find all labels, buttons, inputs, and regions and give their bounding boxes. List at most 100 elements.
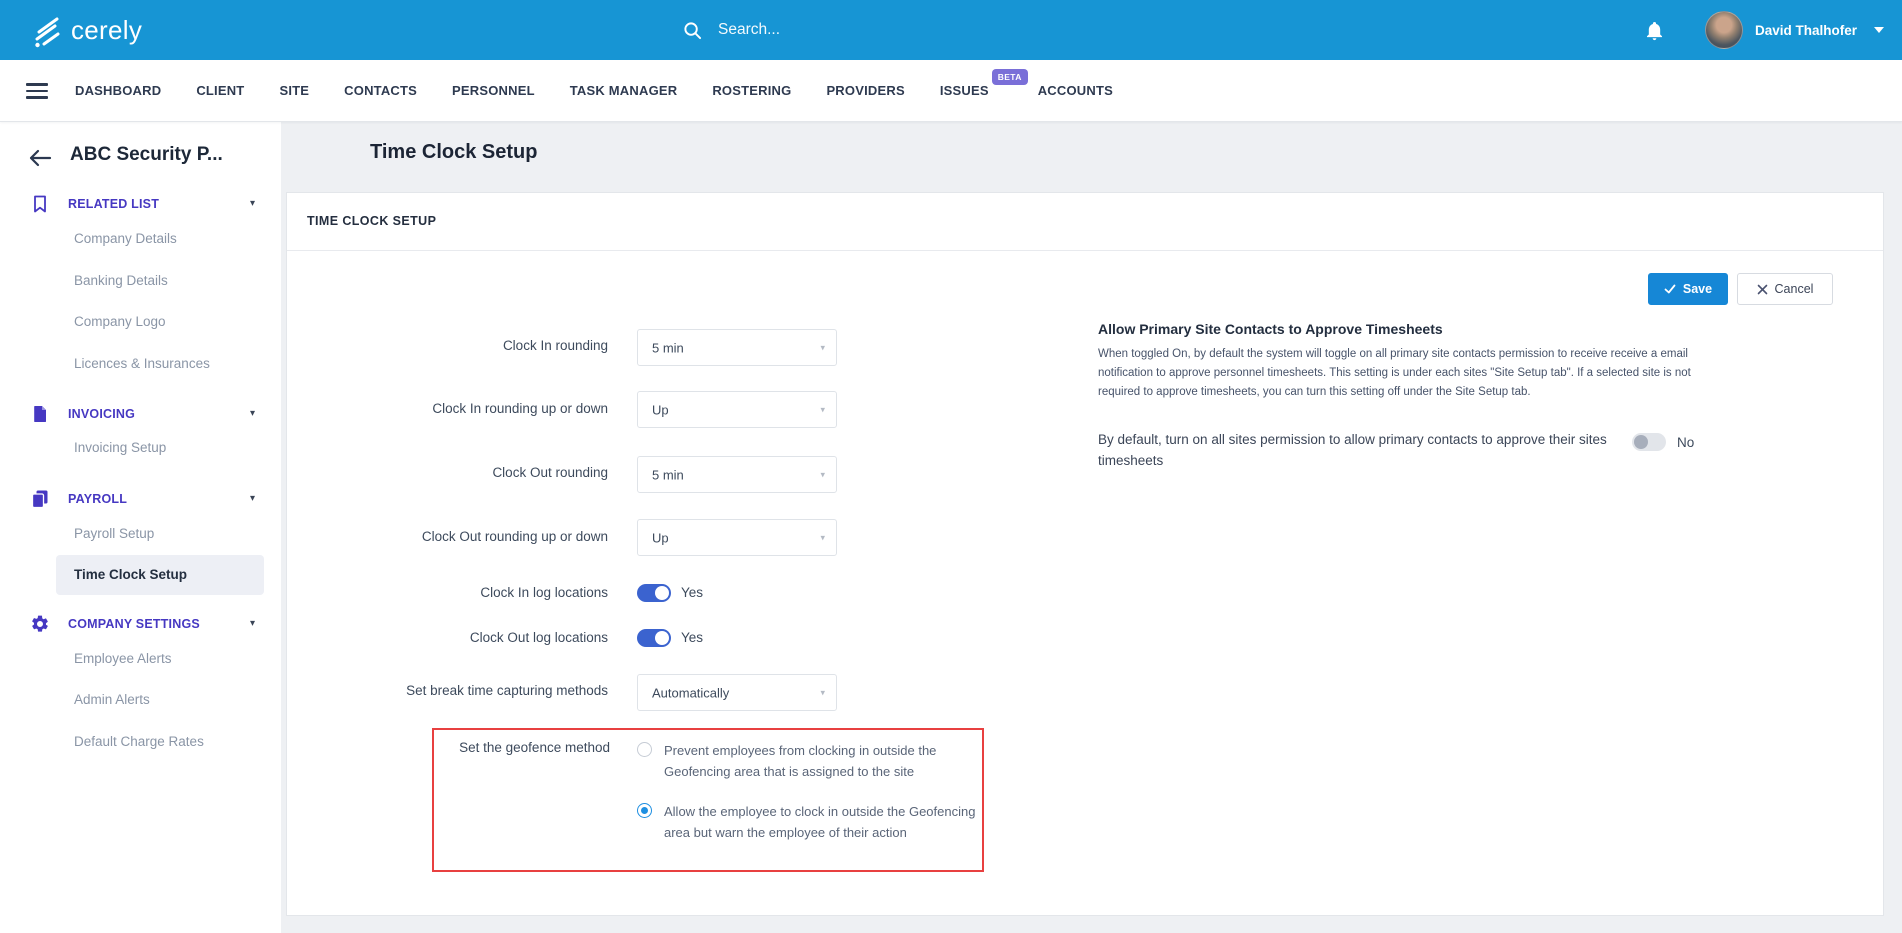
nav-item-dashboard[interactable]: DASHBOARD <box>75 83 161 98</box>
cancel-button[interactable]: Cancel <box>1737 273 1833 305</box>
sidebar-item-company-details[interactable]: Company Details <box>74 227 177 251</box>
field-label-break-methods: Set break time capturing methods <box>406 683 608 698</box>
sidebar-section-label: COMPANY SETTINGS <box>68 617 200 631</box>
search-icon <box>684 21 702 39</box>
bookmark-icon <box>30 194 50 214</box>
notifications-bell-icon[interactable] <box>1644 19 1665 42</box>
brand-name: cerely <box>71 14 143 45</box>
chevron-down-icon[interactable]: ▾ <box>250 402 255 426</box>
card-title: TIME CLOCK SETUP <box>307 214 437 228</box>
sidebar-item-payroll-setup[interactable]: Payroll Setup <box>74 522 154 546</box>
close-icon <box>1757 284 1767 294</box>
selected-value: Automatically <box>652 685 730 700</box>
clock-out-up-down-select[interactable]: Up ▾ <box>637 519 837 556</box>
gear-icon <box>30 614 50 634</box>
chevron-down-icon: ▾ <box>820 404 825 414</box>
sidebar-item-invoicing-setup[interactable]: Invoicing Setup <box>74 436 166 460</box>
geofence-option-prevent[interactable]: Prevent employees from clocking in outsi… <box>637 740 994 782</box>
sidebar-item-admin-alerts[interactable]: Admin Alerts <box>74 688 150 712</box>
geofence-option-prevent-label: Prevent employees from clocking in outsi… <box>664 743 937 779</box>
nav-item-contacts[interactable]: CONTACTS <box>344 83 417 98</box>
clock-out-log-value: Yes <box>681 630 704 645</box>
sidebar: ABC Security P... RELATED LIST ▾ Company… <box>0 121 282 933</box>
header-right-cluster: David Thalhofer <box>1644 0 1884 60</box>
user-menu-caret-icon[interactable] <box>1874 27 1884 33</box>
geofence-highlight-box: Set the geofence method Prevent employee… <box>432 728 984 872</box>
clock-in-log-value: Yes <box>681 585 704 600</box>
cancel-button-label: Cancel <box>1774 282 1814 296</box>
approve-toggle-label: By default, turn on all sites permission… <box>1098 432 1607 468</box>
document-icon <box>30 404 50 424</box>
field-label-clock-in-rounding: Clock In rounding <box>502 338 608 353</box>
field-label-clock-out-log: Clock Out log locations <box>469 630 608 645</box>
back-arrow-icon[interactable] <box>28 148 52 168</box>
sidebar-section-payroll[interactable]: PAYROLL ▾ <box>0 487 281 511</box>
save-button[interactable]: Save <box>1648 273 1728 305</box>
search-input[interactable] <box>716 20 1100 40</box>
toggle-knob <box>1634 435 1648 449</box>
nav-item-accounts[interactable]: ACCOUNTS <box>1038 83 1113 98</box>
user-name: David Thalhofer <box>1754 22 1857 38</box>
chevron-down-icon[interactable]: ▾ <box>250 612 255 636</box>
clock-in-log-toggle[interactable] <box>637 584 671 602</box>
time-clock-setup-card: TIME CLOCK SETUP Save Cancel Clock In ro… <box>286 192 1884 916</box>
global-search <box>683 0 1100 60</box>
nav-item-client[interactable]: CLIENT <box>196 83 244 98</box>
approve-timesheets-heading: Allow Primary Site Contacts to Approve T… <box>1098 321 1443 337</box>
sidebar-item-time-clock-setup[interactable]: Time Clock Setup <box>56 555 264 595</box>
chevron-down-icon: ▾ <box>820 342 825 352</box>
sidebar-company-title[interactable]: ABC Security P... <box>70 144 223 166</box>
field-label-geofence-method: Set the geofence method <box>459 740 610 755</box>
top-header: cerely David Thalhofer <box>0 0 1902 60</box>
app-root: cerely David Thalhofer DASHBOARD CLIENT … <box>0 0 1902 933</box>
clock-in-up-down-select[interactable]: Up ▾ <box>637 391 837 428</box>
chevron-down-icon: ▾ <box>820 687 825 697</box>
approve-timesheets-toggle[interactable] <box>1632 433 1666 451</box>
break-methods-select[interactable]: Automatically ▾ <box>637 674 837 711</box>
geofence-option-allow[interactable]: Allow the employee to clock in outside t… <box>637 801 994 843</box>
nav-items: DASHBOARD CLIENT SITE CONTACTS PERSONNEL… <box>75 60 1113 121</box>
selected-value: 5 min <box>652 340 684 355</box>
chevron-down-icon[interactable]: ▾ <box>250 487 255 511</box>
selected-value: Up <box>652 530 669 545</box>
geofence-option-allow-label: Allow the employee to clock in outside t… <box>664 804 976 840</box>
page-title: Time Clock Setup <box>370 141 538 163</box>
sidebar-item-default-charge-rates[interactable]: Default Charge Rates <box>74 730 204 754</box>
sidebar-item-banking-details[interactable]: Banking Details <box>74 269 168 293</box>
nav-item-personnel[interactable]: PERSONNEL <box>452 83 535 98</box>
sidebar-item-employee-alerts[interactable]: Employee Alerts <box>74 647 172 671</box>
hamburger-menu-icon[interactable] <box>26 83 48 103</box>
chevron-down-icon: ▾ <box>820 469 825 479</box>
sidebar-item-company-logo[interactable]: Company Logo <box>74 310 166 334</box>
field-label-clock-in-up-down: Clock In rounding up or down <box>432 401 608 416</box>
sidebar-section-label: RELATED LIST <box>68 197 160 211</box>
toggle-knob <box>655 586 669 600</box>
beta-badge: BETA <box>991 69 1028 85</box>
clock-in-rounding-select[interactable]: 5 min ▾ <box>637 329 837 366</box>
radio-selected-icon[interactable] <box>637 803 652 818</box>
sidebar-section-company-settings[interactable]: COMPANY SETTINGS ▾ <box>0 612 281 636</box>
nav-item-rostering[interactable]: ROSTERING <box>712 83 791 98</box>
nav-item-task-manager[interactable]: TASK MANAGER <box>570 83 678 98</box>
radio-unselected-icon[interactable] <box>637 742 652 757</box>
sidebar-section-related-list[interactable]: RELATED LIST ▾ <box>0 192 281 216</box>
nav-item-site[interactable]: SITE <box>279 83 309 98</box>
nav-item-providers[interactable]: PROVIDERS <box>826 83 904 98</box>
nav-item-issues[interactable]: ISSUES BETA <box>939 69 1028 98</box>
clock-out-log-toggle[interactable] <box>637 629 671 647</box>
chevron-down-icon: ▾ <box>820 532 825 542</box>
sidebar-section-label: INVOICING <box>68 407 136 421</box>
nav-item-issues-label: ISSUES <box>939 83 989 98</box>
toggle-knob <box>655 631 669 645</box>
selected-value: Up <box>652 402 669 417</box>
sidebar-section-invoicing[interactable]: INVOICING ▾ <box>0 402 281 426</box>
sidebar-section-label: PAYROLL <box>68 492 128 506</box>
brand-logo[interactable]: cerely <box>30 0 142 60</box>
main-content: Time Clock Setup TIME CLOCK SETUP Save C… <box>281 121 1902 933</box>
avatar[interactable] <box>1704 11 1743 49</box>
approve-timesheets-description: When toggled On, by default the system w… <box>1098 348 1691 398</box>
clock-out-rounding-select[interactable]: 5 min ▾ <box>637 456 837 493</box>
chevron-down-icon[interactable]: ▾ <box>250 192 255 216</box>
card-header: TIME CLOCK SETUP <box>287 193 1883 251</box>
sidebar-item-licences-insurances[interactable]: Licences & Insurances <box>74 352 210 376</box>
